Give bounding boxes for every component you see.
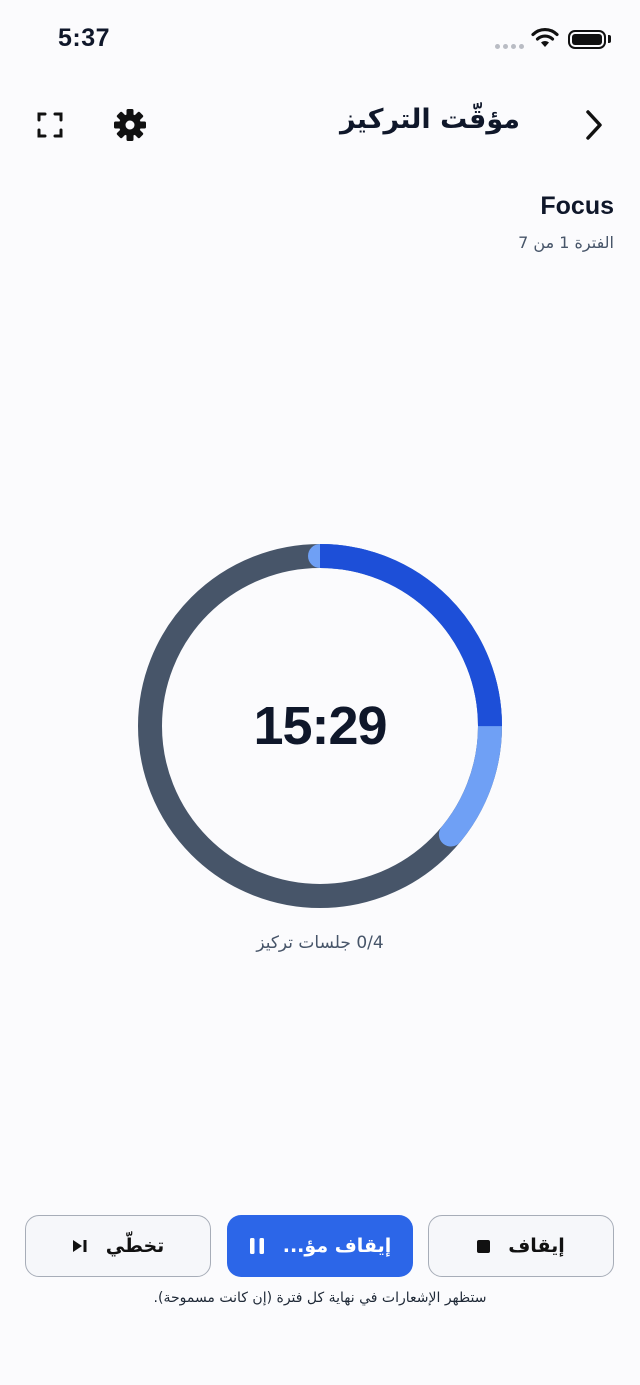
- back-button[interactable]: [568, 101, 620, 149]
- phase-subtitle: الفترة 1 من 7: [518, 233, 614, 252]
- pause-icon: [249, 1238, 264, 1254]
- phase-info: Focus الفترة 1 من 7: [518, 192, 614, 252]
- stop-button[interactable]: إيقاف: [428, 1215, 614, 1277]
- status-bar: 5:37: [0, 0, 640, 80]
- header: مؤقّت التركيز: [0, 90, 640, 160]
- skip-next-icon: [72, 1240, 87, 1252]
- phase-title: Focus: [540, 192, 614, 220]
- stop-icon: [477, 1239, 491, 1253]
- gear-icon: [114, 109, 146, 141]
- skip-button[interactable]: تخطّي: [25, 1215, 211, 1277]
- timer-ring: 15:29: [137, 543, 503, 909]
- fullscreen-icon: [37, 112, 63, 138]
- settings-button[interactable]: [106, 101, 154, 149]
- fullscreen-button[interactable]: [28, 103, 72, 147]
- controls: تخطّي إيقاف مؤ... إيقاف: [25, 1215, 615, 1277]
- stop-label: إيقاف: [508, 1235, 565, 1257]
- cellular-signal-icon: [495, 44, 524, 49]
- pause-button[interactable]: إيقاف مؤ...: [227, 1215, 413, 1277]
- wifi-icon: [531, 27, 559, 47]
- time-remaining: 15:29: [253, 696, 387, 756]
- chevron-right-icon: [586, 110, 602, 140]
- status-time: 5:37: [58, 24, 111, 52]
- notification-note: ستظهر الإشعارات في نهاية كل فترة (إن كان…: [153, 1290, 487, 1306]
- session-count: 0/4 جلسات تركيز: [256, 933, 384, 953]
- skip-label: تخطّي: [105, 1235, 165, 1257]
- pause-label: إيقاف مؤ...: [282, 1235, 392, 1257]
- battery-icon: [568, 30, 606, 49]
- page-title: مؤقّت التركيز: [339, 104, 520, 135]
